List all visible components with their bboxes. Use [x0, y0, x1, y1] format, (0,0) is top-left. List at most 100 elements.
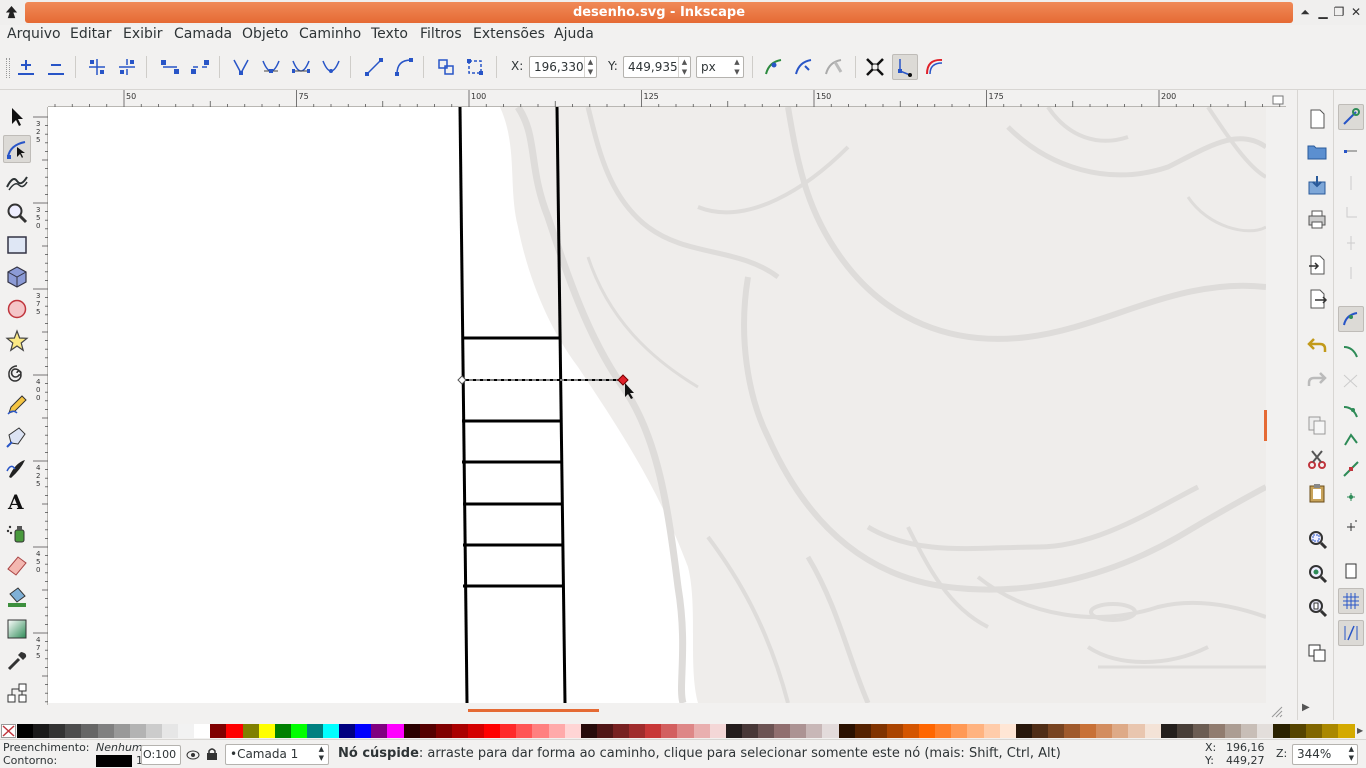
x-coordinate-input[interactable]: 196,330 ▲ ▼	[529, 56, 597, 78]
menu-camada[interactable]: Camada	[174, 26, 232, 42]
3d-box-tool[interactable]	[3, 263, 31, 291]
menu-filtros[interactable]: Filtros	[420, 26, 462, 42]
palette-swatch[interactable]	[210, 724, 228, 738]
gradient-tool[interactable]	[3, 615, 31, 643]
node-auto-smooth-button[interactable]	[318, 54, 344, 80]
zoom-page-button[interactable]	[1304, 594, 1330, 620]
palette-swatch[interactable]	[226, 724, 244, 738]
palette-swatch[interactable]	[17, 724, 34, 738]
palette-swatch[interactable]	[709, 724, 727, 738]
palette-swatch[interactable]	[113, 724, 131, 738]
palette-swatch[interactable]	[451, 724, 469, 738]
edit-mask-button[interactable]	[821, 54, 847, 80]
palette-swatch[interactable]	[1321, 724, 1339, 738]
snap-grid-button[interactable]	[1338, 588, 1364, 614]
path-node-start[interactable]	[457, 375, 467, 385]
object-to-path-button[interactable]	[433, 54, 459, 80]
export-button[interactable]	[1304, 286, 1330, 312]
next-path-effect-param-button[interactable]	[761, 54, 787, 80]
resize-grip-icon[interactable]	[1270, 705, 1284, 719]
vertical-scrollbar[interactable]	[1264, 107, 1286, 705]
snap-bbox-center-button[interactable]	[1338, 260, 1364, 286]
palette-swatch[interactable]	[1273, 724, 1291, 738]
palette-swatch[interactable]	[580, 724, 598, 738]
stroke-to-path-button[interactable]	[462, 54, 488, 80]
more-commands-arrow-icon[interactable]: ▶	[1302, 702, 1310, 713]
paste-button[interactable]	[1304, 480, 1330, 506]
show-handles-button[interactable]	[892, 54, 918, 80]
segment-to-line-button[interactable]	[361, 54, 387, 80]
palette-swatch[interactable]	[1096, 724, 1114, 738]
palette-swatch[interactable]	[419, 724, 437, 738]
pencil-tool[interactable]	[3, 391, 31, 419]
snap-guides-button[interactable]	[1338, 620, 1364, 646]
palette-swatch[interactable]	[613, 724, 630, 738]
vertical-ruler[interactable]: 325350375400425450475	[33, 107, 48, 705]
palette-swatch[interactable]	[919, 724, 937, 738]
palette-swatch[interactable]	[1241, 724, 1259, 738]
zoom-drawing-button[interactable]	[1304, 560, 1330, 586]
palette-swatch[interactable]	[1015, 724, 1033, 738]
palette-swatch[interactable]	[822, 724, 840, 738]
fill-value[interactable]: Nenhum	[96, 741, 143, 754]
pen-tool[interactable]	[3, 423, 31, 451]
join-nodes-button[interactable]	[84, 54, 110, 80]
palette-swatch[interactable]	[983, 724, 1001, 738]
palette-swatch[interactable]	[1176, 724, 1194, 738]
palette-swatch[interactable]	[178, 724, 196, 738]
zoom-selection-button[interactable]	[1304, 526, 1330, 552]
menu-objeto[interactable]: Objeto	[242, 26, 288, 42]
palette-swatch[interactable]	[629, 724, 647, 738]
palette-swatch[interactable]	[645, 724, 663, 738]
window-shade-icon[interactable]: ⏶	[1297, 4, 1313, 20]
snap-intersections-button[interactable]	[1338, 368, 1364, 394]
palette-swatch[interactable]	[339, 724, 357, 738]
palette-swatch[interactable]	[1080, 724, 1098, 738]
drawing-canvas[interactable]	[48, 107, 1266, 703]
palette-swatch[interactable]	[1144, 724, 1162, 738]
insert-node-button[interactable]	[13, 54, 39, 80]
palette-swatch[interactable]	[757, 724, 775, 738]
print-button[interactable]	[1304, 206, 1330, 232]
palette-swatch[interactable]	[999, 724, 1017, 738]
palette-swatch[interactable]	[1112, 724, 1130, 738]
snap-midpoints-button[interactable]	[1338, 456, 1364, 482]
palette-swatch[interactable]	[242, 724, 260, 738]
palette-swatch[interactable]	[516, 724, 534, 738]
palette-swatch[interactable]	[902, 724, 920, 738]
join-segment-button[interactable]	[157, 54, 183, 80]
palette-swatch[interactable]	[790, 724, 808, 738]
palette-swatch[interactable]	[693, 724, 711, 738]
palette-swatch[interactable]	[1031, 724, 1049, 738]
unit-select[interactable]: px ▲ ▼	[696, 56, 744, 78]
save-button[interactable]	[1304, 172, 1330, 198]
palette-swatch[interactable]	[1128, 724, 1146, 738]
y-spin-arrows[interactable]: ▲ ▼	[678, 57, 690, 77]
palette-swatch[interactable]	[1289, 724, 1307, 738]
palette-swatch[interactable]	[81, 724, 99, 738]
horizontal-scrollbar[interactable]	[48, 703, 1286, 723]
y-coordinate-input[interactable]: 449,935 ▲ ▼	[623, 56, 691, 78]
palette-swatch[interactable]	[951, 724, 969, 738]
snap-page-border-button[interactable]	[1338, 558, 1364, 584]
zoom-input[interactable]: 344% ▲ ▼	[1292, 744, 1358, 765]
palette-swatch[interactable]	[741, 724, 759, 738]
palette-swatch[interactable]	[306, 724, 324, 738]
star-tool[interactable]	[3, 327, 31, 355]
palette-swatch[interactable]	[1337, 724, 1355, 738]
menu-extensoes[interactable]: Extensões	[473, 26, 545, 42]
menu-caminho[interactable]: Caminho	[299, 26, 361, 42]
new-document-button[interactable]	[1304, 106, 1330, 132]
x-spin-arrows[interactable]: ▲ ▼	[584, 57, 596, 77]
edit-clipping-path-button[interactable]	[791, 54, 817, 80]
palette-swatch[interactable]	[290, 724, 308, 738]
vertical-scroll-thumb[interactable]	[1264, 410, 1267, 441]
palette-swatch[interactable]	[935, 724, 953, 738]
palette-swatch[interactable]	[258, 724, 276, 738]
palette-swatch[interactable]	[870, 724, 888, 738]
snap-bbox-edge-button[interactable]	[1338, 170, 1364, 196]
node-tool[interactable]	[3, 135, 31, 163]
node-cusp-button[interactable]	[228, 54, 254, 80]
window-close-icon[interactable]: ✕	[1348, 4, 1364, 20]
palette-swatch[interactable]	[725, 724, 743, 738]
